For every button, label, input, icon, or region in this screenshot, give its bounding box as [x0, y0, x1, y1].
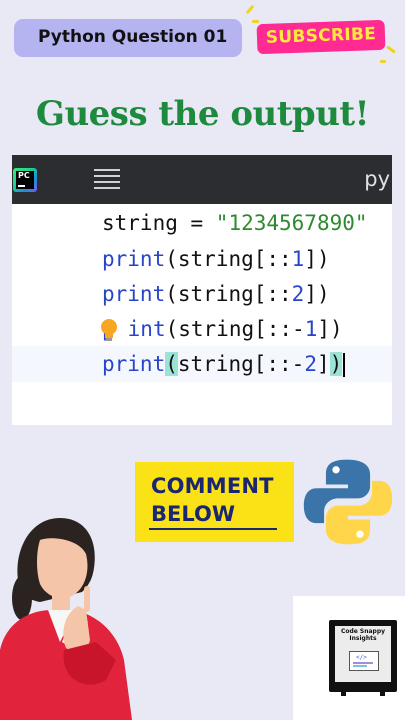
pycharm-icon[interactable]: PC [13, 168, 37, 192]
file-type-label: py [364, 167, 390, 191]
editor-toolbar: PC py [12, 155, 392, 204]
hamburger-menu-icon[interactable] [94, 169, 120, 191]
subscribe-label: SUBSCRIBE [265, 24, 377, 48]
sparkle-decoration [380, 60, 386, 63]
sparkle-decoration [245, 4, 255, 15]
code-line[interactable]: pint(string[::-1]) [102, 311, 343, 347]
billboard-logo: Code Snappy Insights </> [329, 620, 397, 696]
channel-badge[interactable]: Code Snappy Insights </> [293, 596, 405, 720]
sparkle-decoration [252, 20, 259, 23]
cta-underline [149, 528, 277, 530]
code-line[interactable]: string = "1234567890" [102, 205, 368, 241]
code-line-current[interactable]: print(string[::-2]) [102, 346, 346, 382]
comment-below-banner: COMMENT BELOW [135, 462, 294, 542]
subscribe-button[interactable]: SUBSCRIBE [256, 19, 386, 55]
python-logo-icon [303, 459, 393, 545]
code-line[interactable]: print(string[::1]) [102, 241, 330, 277]
question-label-pill: Python Question 01 [14, 19, 242, 57]
code-screen-icon: </> [349, 651, 379, 671]
badge-title: Code Snappy Insights [340, 628, 386, 642]
thinking-woman-illustration [0, 518, 132, 720]
sparkle-decoration [386, 45, 396, 54]
headline: Guess the output! [35, 94, 370, 134]
question-label: Python Question 01 [38, 27, 228, 47]
code-line[interactable]: print(string[::2]) [102, 276, 330, 312]
matched-bracket-close: ) [329, 352, 343, 376]
cta-line-1: COMMENT [151, 474, 274, 498]
cta-line-2: BELOW [151, 502, 235, 526]
code-editor: PC py string = "1234567890" print(string… [12, 155, 392, 425]
text-cursor [343, 353, 346, 377]
lightbulb-icon[interactable] [99, 317, 119, 343]
matched-bracket-open: ( [165, 352, 178, 376]
